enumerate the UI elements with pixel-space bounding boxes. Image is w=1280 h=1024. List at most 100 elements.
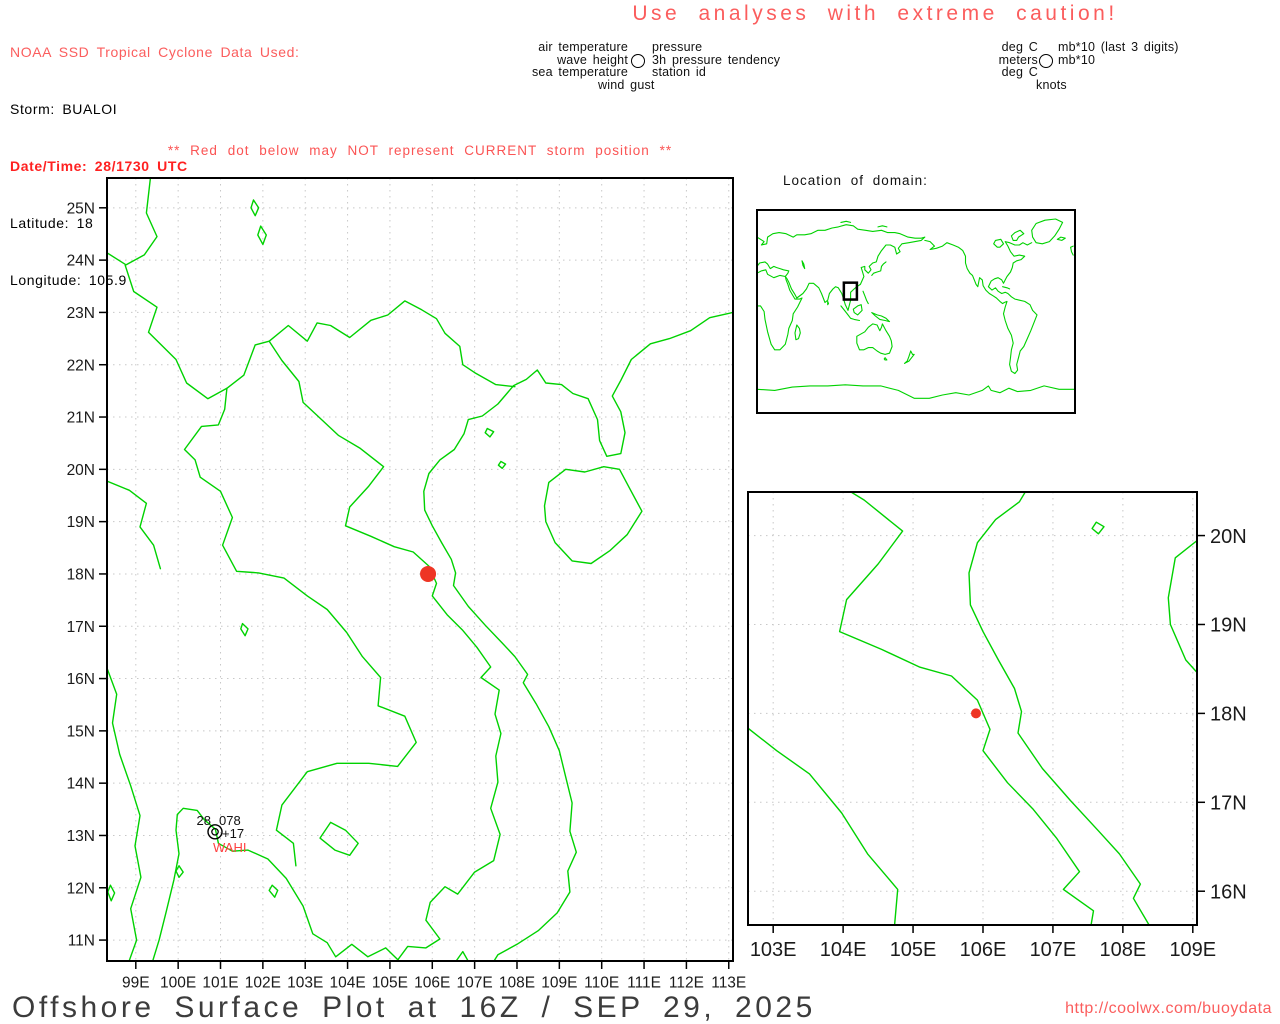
page-title: Offshore Surface Plot at 16Z / SEP 29, 2… [12,991,816,1024]
inset-map-layer [445,38,1197,925]
world-map-eurasia [757,224,926,311]
inset-map-lake-yunnan-2 [695,122,709,153]
svg-text:108E: 108E [499,974,535,991]
world-map-new-zealand [903,350,915,364]
world-map-arctic-isle-2 [877,225,888,228]
svg-text:113E: 113E [711,974,746,991]
svg-text:105E: 105E [372,974,408,991]
world-map-arctic-isle-1 [840,220,852,223]
svg-text:16N: 16N [67,671,95,688]
source-url-link[interactable]: http://coolwx.com/buoydata [950,1000,1272,1018]
inset-map-island-halong [1070,466,1084,480]
main-map-lake-tonle-sap [319,821,359,856]
main-map-border-vietnam-laos-cambodia [268,340,502,961]
world-map-layer [757,218,1075,399]
svg-text:106E: 106E [960,939,1007,961]
svg-text:14N: 14N [67,776,95,793]
inset-map-axis-labels: 103E 104E 105E 106E 107E 108E 109E 16N 17N 18N 19N… [750,526,1247,961]
svg-text:12N: 12N [67,880,95,897]
svg-text:109E: 109E [1169,939,1216,961]
svg-text:100E: 100E [160,974,196,991]
main-map-island-koh-chang [268,884,279,898]
plot-canvas: 99E 100E 101E 102E 103E 104E 105E 106E 107E 108E 1… [67,38,1247,991]
inset-map-frame [747,491,1198,926]
inset-map-island-hainan [1167,539,1197,674]
inset-map-border-left-stub [445,167,476,187]
world-map-iceland [1056,236,1066,241]
main-map-coast-china-vietnam [423,311,733,961]
main-map-border-laos-thailand [183,387,417,867]
world-map-caspian [801,260,806,270]
world-map-hudson-bay [993,238,1005,248]
inset-map-lake-laos [667,798,679,818]
world-map-borneo [852,304,863,316]
svg-text:19N: 19N [1210,615,1247,637]
main-map-axis-labels: 99E 100E 101E 102E 103E 104E 105E 106E 107E 108E 1… [67,200,747,991]
svg-text:103E: 103E [750,939,797,961]
svg-text:104E: 104E [329,974,365,991]
world-map-sumatra-java [840,305,861,322]
station-id: WAHI [213,840,246,855]
svg-text:15N: 15N [67,723,95,740]
world-map-cuba [1002,286,1011,290]
inset-map-island-bach-long-vi [1091,521,1105,535]
world-map-sri-lanka [827,300,830,306]
world-map-americas [924,239,1038,375]
station-tendency: +17 [222,826,244,841]
world-map-new-guinea [871,312,891,323]
main-map-coast-gulf-of-thailand [151,807,401,961]
main-map-island-gulf [175,865,184,878]
svg-text:105E: 105E [890,939,937,961]
svg-text:109E: 109E [541,974,577,991]
svg-text:17N: 17N [1210,793,1247,815]
main-map-island-halong [484,427,495,438]
svg-text:19N: 19N [67,514,95,531]
world-map-philippines [862,290,869,305]
svg-text:18N: 18N [1210,704,1247,726]
svg-text:21N: 21N [67,410,95,427]
storm-dot-main [420,565,437,582]
svg-text:111E: 111E [627,974,661,991]
main-map-lake-yunnan-2 [257,225,267,246]
svg-text:18N: 18N [67,567,95,584]
svg-text:24N: 24N [67,253,95,270]
svg-text:20N: 20N [1210,526,1247,548]
storm-dot-inset [970,708,981,719]
svg-text:106E: 106E [414,974,450,991]
svg-text:22N: 22N [67,357,95,374]
svg-text:17N: 17N [67,619,95,636]
svg-text:23N: 23N [67,305,95,322]
buoy-plot-page: NOAA SSD Tropical Cyclone Data Used: Sto… [0,0,1280,1024]
world-map-australia [856,323,893,355]
main-map-border-myanmar-thailand [107,480,162,570]
world-map-japan [871,261,887,276]
world-map-tasmania [883,357,888,361]
svg-text:16N: 16N [1210,881,1247,903]
inset-map-lake-yunnan-1 [684,78,697,105]
world-map-madagascar [794,324,801,341]
svg-text:110E: 110E [584,974,619,991]
world-map-baffin [1010,229,1025,241]
svg-text:101E: 101E [202,974,238,991]
main-map-frame [106,177,734,962]
inset-map-border-china-west [476,38,714,416]
inset-map-border-vietnam-laos-cambodia [838,492,1095,925]
svg-text:102E: 102E [245,974,281,991]
svg-text:20N: 20N [67,462,95,479]
main-map-island-bach-long-vi [497,460,507,469]
svg-text:108E: 108E [1100,939,1147,961]
svg-text:112E: 112E [669,974,704,991]
main-map-border-china-vietnam [268,300,516,388]
svg-text:13N: 13N [67,828,95,845]
svg-text:104E: 104E [820,939,867,961]
world-map-frame [756,209,1076,414]
main-map-border-china-west [124,178,270,400]
svg-text:107E: 107E [1030,939,1077,961]
main-map-layer [107,178,733,961]
station-air-temp: 28 [197,813,211,828]
inset-map-coast-china-vietnam [968,492,1150,925]
svg-text:11N: 11N [68,933,95,950]
svg-text:103E: 103E [287,974,323,991]
svg-text:99E: 99E [122,974,150,991]
world-map-greenland [1031,218,1064,245]
